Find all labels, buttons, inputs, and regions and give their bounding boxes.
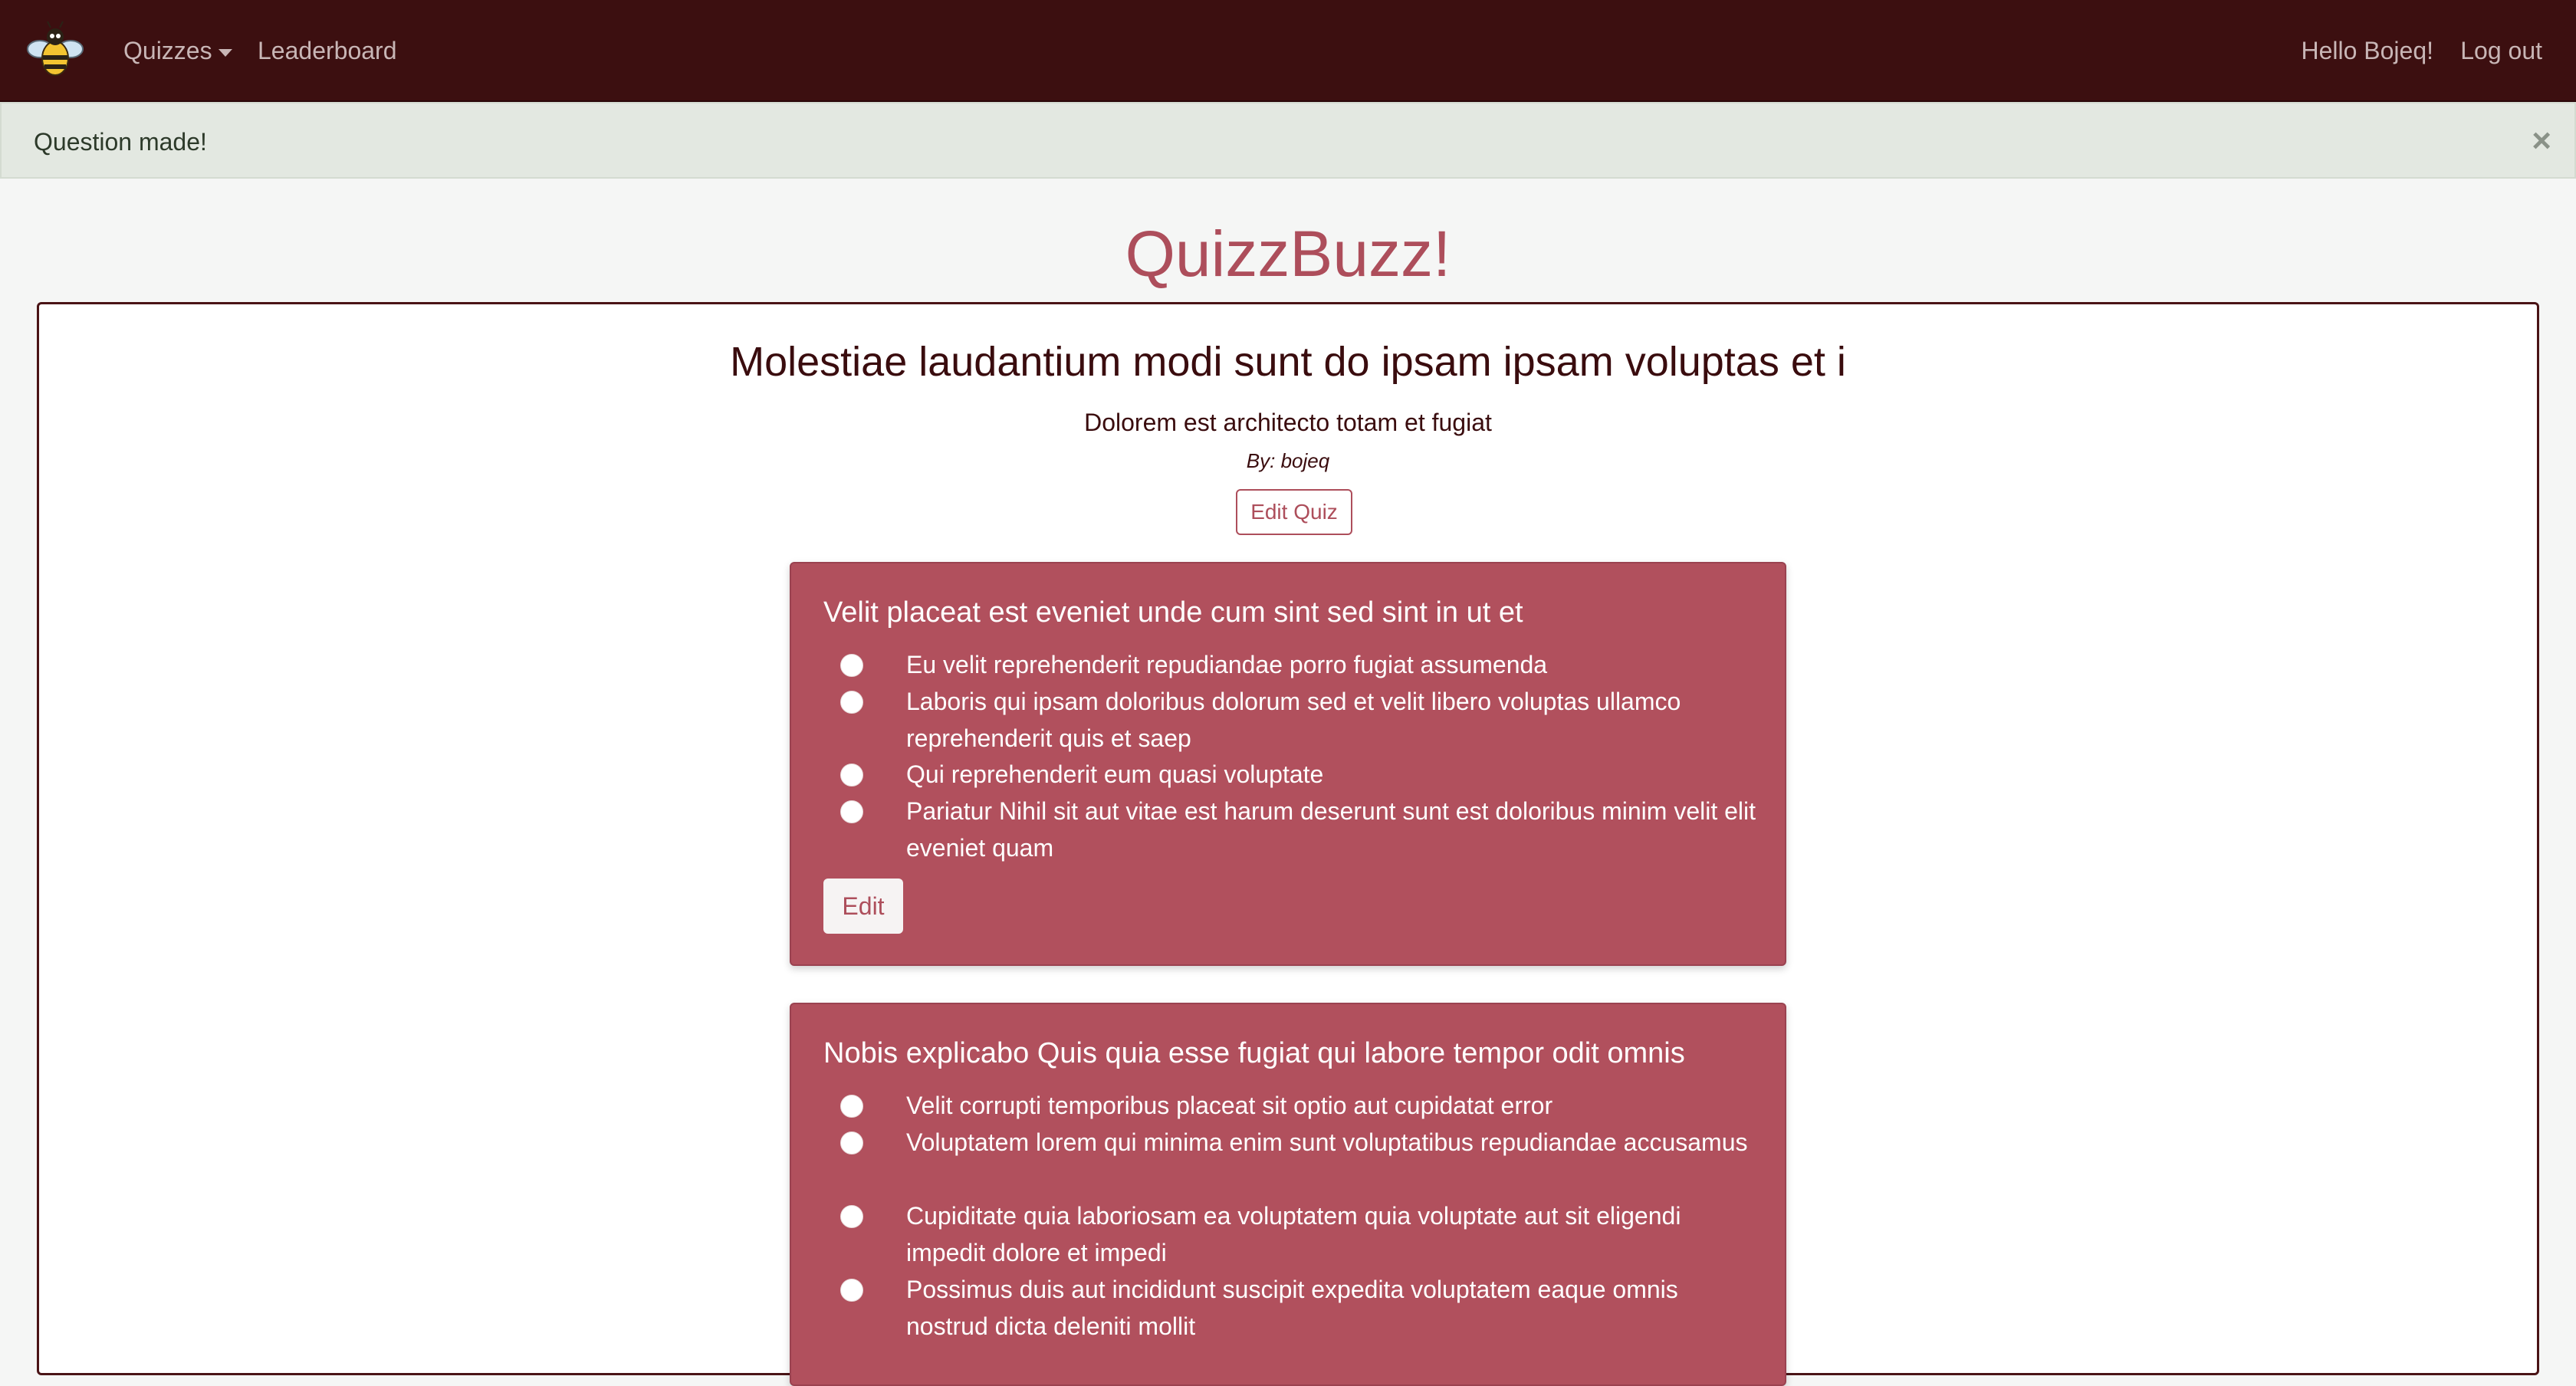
navbar: Quizzes Leaderboard Hello Bojeq! Log out: [0, 0, 2576, 102]
edit-quiz-button[interactable]: Edit Quiz: [1236, 489, 1352, 535]
question-card: Nobis explicabo Quis quia esse fugiat qu…: [790, 1003, 1786, 1386]
logout-link[interactable]: Log out: [2460, 35, 2542, 66]
question-title: Nobis explicabo Quis quia esse fugiat qu…: [823, 1037, 1685, 1069]
edit-question-button[interactable]: Edit: [823, 879, 903, 934]
answer-label: Qui reprehenderit eum quasi voluptate: [906, 760, 1324, 788]
quiz-title: Molestiae laudantium modi sunt do ipsam …: [730, 339, 1846, 385]
success-alert: Question made! ×: [0, 102, 2576, 179]
leaderboard-link[interactable]: Leaderboard: [258, 35, 396, 66]
quizzes-label: Quizzes: [123, 37, 212, 64]
user-greeting[interactable]: Hello Bojeq!: [2301, 35, 2433, 66]
quizzes-dropdown[interactable]: Quizzes: [123, 35, 232, 66]
quiz-author: By: bojeq: [1246, 449, 1330, 472]
page-title: QuizzBuzz!: [1125, 218, 1451, 290]
radio-button[interactable]: [840, 764, 863, 787]
answer-label: Eu velit reprehenderit repudiandae porro…: [906, 651, 1548, 678]
answer-label: Voluptatem lorem qui minima enim sunt vo…: [906, 1128, 1748, 1156]
radio-button[interactable]: [840, 691, 863, 714]
radio-button[interactable]: [840, 1205, 863, 1228]
caret-down-icon: [218, 48, 232, 57]
answer-label: Velit corrupti temporibus placeat sit op…: [906, 1092, 1553, 1119]
bee-logo-icon[interactable]: [23, 18, 87, 83]
question-card: Velit placeat est eveniet unde cum sint …: [790, 562, 1786, 966]
alert-message: Question made!: [34, 128, 207, 156]
question-title: Velit placeat est eveniet unde cum sint …: [823, 596, 1523, 629]
radio-button[interactable]: [840, 1131, 863, 1154]
answer-label: Pariatur Nihil sit aut vitae est harum d…: [906, 797, 1756, 862]
quiz-description: Dolorem est architecto totam et fugiat: [1084, 409, 1492, 436]
answer-label: Laboris qui ipsam doloribus dolorum sed …: [906, 688, 1681, 752]
close-icon[interactable]: ×: [2532, 122, 2551, 160]
answer-label: Possimus duis aut incididunt suscipit ex…: [906, 1276, 1678, 1340]
answer-label: Cupiditate quia laboriosam ea voluptatem…: [906, 1202, 1681, 1266]
radio-button[interactable]: [840, 800, 863, 823]
radio-button[interactable]: [840, 654, 863, 677]
radio-button[interactable]: [840, 1279, 863, 1302]
radio-button[interactable]: [840, 1095, 863, 1118]
